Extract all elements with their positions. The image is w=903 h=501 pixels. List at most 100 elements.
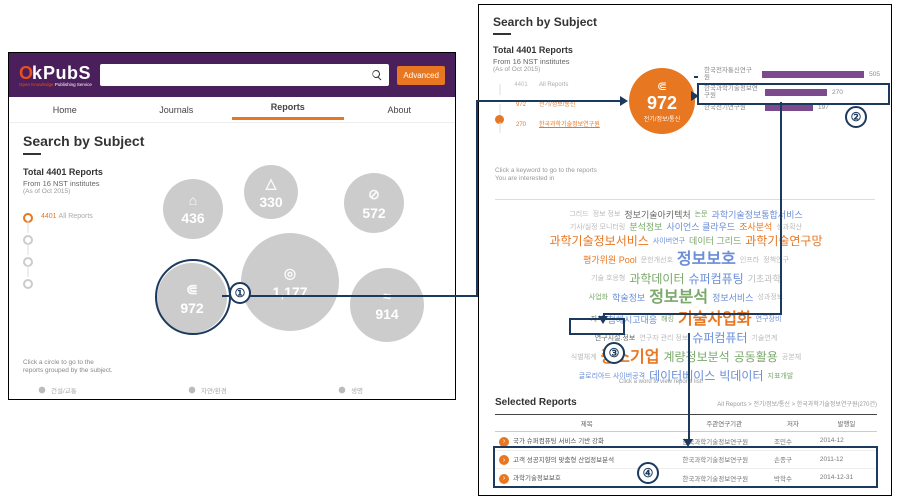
word-cloud: 그리드 정보 정보정보기술아키텍처 논문 과학기술정보통합서비스기사/실정 모니터링 분… (495, 205, 877, 385)
cloud-word[interactable]: 기술연계 (752, 334, 778, 343)
rule (23, 153, 41, 155)
cloud-word[interactable]: 기초과학 (748, 273, 781, 285)
cloud-word[interactable]: 슈퍼컴퓨터 (692, 330, 747, 346)
cloud-word[interactable]: 공본체 (782, 353, 801, 362)
cloud-word[interactable]: 정보보호 (677, 249, 736, 271)
cloud-word[interactable]: 사업화 (589, 293, 608, 302)
col-title: 제목 (495, 415, 678, 432)
badge-2: ② (845, 106, 867, 128)
cloud-word[interactable]: 해킹 (661, 315, 674, 324)
connector (476, 100, 478, 297)
keyword-note: Click a keyword to go to the reports You… (495, 167, 615, 184)
big-circle-value: 972 (647, 93, 677, 114)
cloud-word[interactable]: 과학데이터 (629, 271, 684, 287)
logo-pubs: PubS (43, 63, 91, 84)
cloud-word[interactable]: 빅데이터 (719, 368, 763, 384)
r-step-1[interactable] (495, 75, 504, 84)
cloud-word[interactable]: 슈퍼컴퓨팅 (689, 271, 744, 287)
cloud-word[interactable]: 기사/실정 모니터링 (570, 223, 625, 232)
col-date: 발행일 (816, 415, 877, 432)
bubble-914[interactable]: ≈914 (350, 268, 424, 342)
cloud-word[interactable]: 정보분석 (649, 287, 708, 309)
logo-subtitle: Open Knowledge Publishing Service (19, 82, 92, 87)
cloud-word[interactable]: 공동활용 (734, 349, 778, 365)
cloud-word[interactable]: 논문 (695, 210, 708, 219)
stepper-label: 4401 All Reports (41, 213, 93, 220)
legend-item: 자연/환경 (187, 385, 297, 395)
highlight-reports (493, 446, 878, 488)
search-input[interactable] (100, 64, 390, 86)
tabs: Home Journals Reports About (9, 97, 455, 123)
cloud-word[interactable]: 지표개발 (768, 372, 794, 381)
tab-reports[interactable]: Reports (232, 102, 344, 120)
cloud-word[interactable]: 그리드 (569, 210, 588, 219)
highlight-972 (155, 259, 231, 335)
cloud-tip: Click a word to view reports list. (619, 379, 703, 385)
highlight-keyword (569, 318, 625, 335)
connector (476, 100, 622, 102)
arrow-icon (598, 316, 608, 324)
connector (222, 295, 478, 297)
cloud-word[interactable]: 과학기술정보서비스 (549, 233, 648, 249)
tab-about[interactable]: About (344, 105, 456, 115)
cloud-word[interactable]: 인프라 (740, 256, 759, 265)
cloud-word[interactable]: 계량정보분석 (663, 349, 729, 365)
badge-4: ④ (637, 462, 659, 484)
connector (694, 76, 698, 78)
topbar: O k PubS Open Knowledge Publishing Servi… (9, 53, 455, 97)
legend-item: 생명 (337, 385, 447, 395)
big-circle-label: 전기/정보/통신 (644, 114, 680, 123)
cloud-word[interactable]: 연구자 관리 정보 (639, 334, 688, 343)
cloud-word[interactable]: 과학기술정보통합서비스 (712, 209, 803, 221)
badge-3: ③ (603, 342, 625, 364)
tab-journals[interactable]: Journals (121, 105, 233, 115)
breadcrumb: All Reports > 전기/정보/통신 > 한국과학기술정보연구원(270… (717, 399, 877, 408)
bubble-436[interactable]: ⌂436 (163, 179, 223, 239)
arrow-icon (691, 91, 699, 101)
stepper-node-1[interactable] (23, 213, 33, 223)
r-step-3[interactable] (495, 115, 504, 124)
share-icon: ⋐ (657, 79, 667, 93)
cloud-word[interactable]: 데이터 그리드 (689, 235, 741, 247)
bubble-572[interactable]: ⊘572 (344, 173, 404, 233)
arrow-icon (620, 96, 628, 106)
cloud-word[interactable]: 조사분석 (739, 221, 772, 233)
cloud-word[interactable]: 정보 정보 (593, 210, 621, 219)
cloud-word[interactable]: 과학기술연구망 (745, 233, 822, 249)
row-icon: › (499, 437, 509, 447)
legend: 건설/교통 자연/환경 생명 메카트로닉 전기/정보/통신 기계 과학기술일반 (37, 385, 456, 400)
badge-1: ① (229, 282, 251, 304)
cloud-word[interactable]: 문헌개선호 (641, 256, 673, 265)
cloud-word[interactable]: 학술정보 (612, 292, 645, 304)
cloud-word[interactable]: 분석정보 (629, 221, 662, 233)
cloud-word[interactable]: 기술 호응형 (591, 274, 625, 283)
r-step-4[interactable] (495, 135, 504, 144)
cloud-word[interactable]: 사이언스 클라우드 (666, 221, 735, 233)
r-stepper (495, 75, 504, 155)
bubble-1177[interactable]: ◎1,177 (241, 233, 339, 331)
bubble-330[interactable]: △330 (244, 165, 298, 219)
big-circle-972[interactable]: ⋐ 972 전기/정보/통신 (629, 68, 695, 134)
cloud-word[interactable]: 정책연구 (763, 256, 789, 265)
cloud-word[interactable]: 평가위원 Pool (583, 254, 637, 266)
connector (780, 102, 782, 315)
stepper-node-3[interactable] (23, 257, 33, 267)
stepper-node-2[interactable] (23, 235, 33, 245)
connector (603, 313, 782, 315)
advanced-button[interactable]: Advanced (397, 66, 445, 85)
search-icon (371, 69, 383, 81)
logo: O k PubS Open Knowledge Publishing Servi… (19, 63, 92, 87)
tab-home[interactable]: Home (9, 105, 121, 115)
bar-row[interactable]: 한국전자통신연구원505 (704, 67, 880, 81)
arrow-icon (683, 439, 693, 447)
legend-item: 건설/교통 (37, 385, 147, 395)
cloud-word[interactable]: 정보서비스 (712, 292, 753, 304)
col-inst: 주관연구기관 (678, 415, 770, 432)
cloud-word[interactable]: 식별체계 (571, 353, 597, 362)
cloud-word[interactable]: 연구장비 (756, 315, 782, 324)
stepper-node-4[interactable] (23, 279, 33, 289)
cloud-word[interactable]: 사이버연구 (653, 237, 685, 246)
cloud-word[interactable]: 정보기술아키텍처 (624, 209, 690, 221)
bubble-note: Click a circle to go to the reports grou… (23, 359, 113, 376)
heading: Search by Subject (493, 15, 877, 29)
